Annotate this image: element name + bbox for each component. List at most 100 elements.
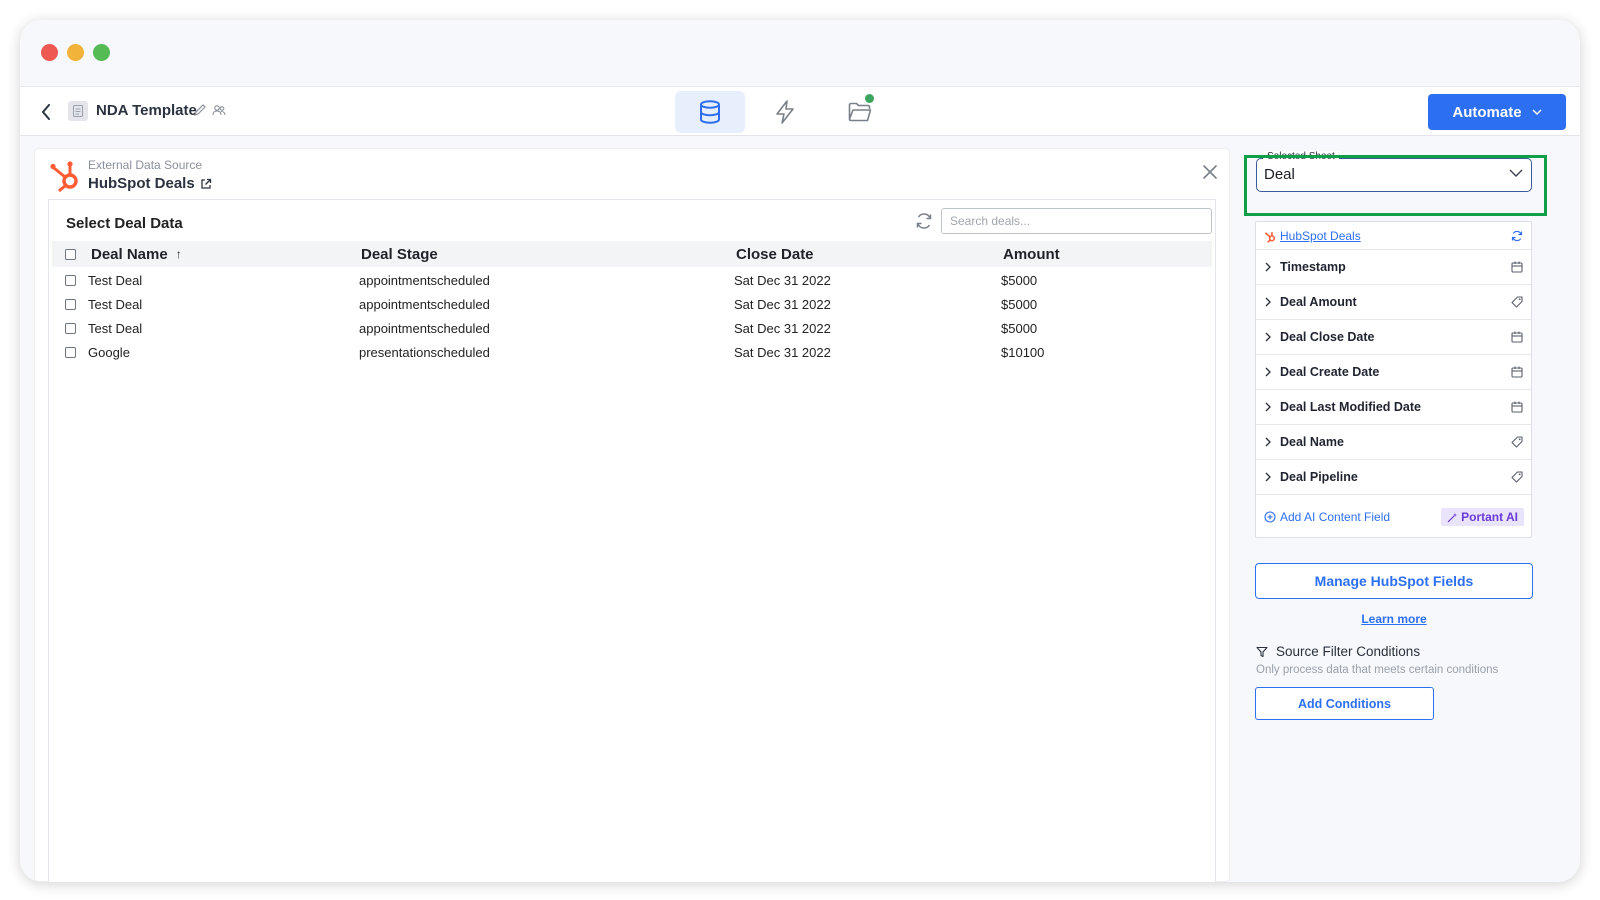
selected-sheet-dropdown[interactable]: Selected Sheet Deal <box>1256 151 1532 192</box>
source-filter-title-text: Source Filter Conditions <box>1276 644 1421 659</box>
chevron-down-icon <box>1509 169 1523 177</box>
field-name: Deal Pipeline <box>1280 470 1358 484</box>
fields-list-footer: Add AI Content Field Portant AI <box>1256 492 1531 537</box>
row-checkbox[interactable] <box>65 298 76 310</box>
automate-button[interactable]: Automate <box>1428 94 1566 130</box>
calendar-icon <box>1511 331 1523 343</box>
sync-icon[interactable] <box>1511 230 1523 242</box>
cell-deal-name: Test Deal <box>88 272 143 288</box>
tag-icon <box>1511 471 1523 483</box>
table-row[interactable]: Test Deal appointmentscheduled Sat Dec 3… <box>52 268 1212 292</box>
selected-sheet-value: Deal <box>1264 166 1295 183</box>
learn-more-link[interactable]: Learn more <box>1242 612 1546 626</box>
selected-sheet-label: Selected Sheet <box>1263 151 1339 162</box>
field-name: Timestamp <box>1280 260 1346 274</box>
chevron-right-icon <box>1265 297 1271 307</box>
search-deals-input[interactable] <box>941 208 1212 234</box>
cell-close-date: Sat Dec 31 2022 <box>734 296 831 312</box>
table-header: Deal Name ↑ Deal Stage Close Date Amount <box>52 241 1212 267</box>
add-ai-content-field-label: Add AI Content Field <box>1280 510 1391 524</box>
field-row-deal-name[interactable]: Deal Name <box>1256 425 1531 460</box>
plus-circle-icon <box>1264 511 1276 523</box>
sort-ascending-icon: ↑ <box>175 247 182 261</box>
notification-dot <box>865 94 874 103</box>
tab-folder[interactable] <box>825 91 895 133</box>
title-bar <box>20 20 1580 86</box>
deal-table-card: Select Deal Data Deal Name ↑ Deal Stage … <box>48 199 1216 882</box>
column-header-amount[interactable]: Amount <box>1003 241 1060 267</box>
magic-wand-icon <box>1447 512 1458 522</box>
field-name: Deal Name <box>1280 435 1344 449</box>
field-row-deal-close-date[interactable]: Deal Close Date <box>1256 320 1531 355</box>
close-icon[interactable] <box>1203 165 1217 179</box>
column-header-close-date[interactable]: Close Date <box>736 241 814 267</box>
column-header-label: Deal Name <box>91 245 168 263</box>
add-conditions-button[interactable]: Add Conditions <box>1255 687 1434 720</box>
maximize-window-button[interactable] <box>93 44 110 61</box>
cell-close-date: Sat Dec 31 2022 <box>734 272 831 288</box>
select-all-checkbox[interactable] <box>65 248 76 260</box>
table-row[interactable]: Google presentationscheduled Sat Dec 31 … <box>52 340 1212 364</box>
row-checkbox[interactable] <box>65 346 76 358</box>
source-name[interactable]: HubSpot Deals <box>88 175 212 192</box>
cell-deal-stage: presentationscheduled <box>359 344 490 360</box>
tag-icon <box>1511 296 1523 308</box>
close-window-button[interactable] <box>41 44 58 61</box>
hubspot-logo-icon <box>50 161 78 193</box>
field-row-timestamp[interactable]: Timestamp <box>1256 250 1531 285</box>
tab-automation[interactable] <box>750 91 820 133</box>
tab-data-source[interactable] <box>675 91 745 133</box>
minimize-window-button[interactable] <box>67 44 84 61</box>
field-row-deal-pipeline[interactable]: Deal Pipeline <box>1256 460 1531 495</box>
document-icon <box>68 101 88 121</box>
cell-deal-stage: appointmentscheduled <box>359 272 490 288</box>
cell-deal-name: Google <box>88 344 130 360</box>
field-row-deal-last-modified-date[interactable]: Deal Last Modified Date <box>1256 390 1531 425</box>
pencil-icon[interactable] <box>193 103 207 117</box>
table-row[interactable]: Test Deal appointmentscheduled Sat Dec 3… <box>52 316 1212 340</box>
fields-list-header: HubSpot Deals <box>1256 222 1531 250</box>
back-button[interactable] <box>36 100 56 124</box>
external-link-icon <box>201 178 211 189</box>
field-name: Deal Amount <box>1280 295 1357 309</box>
field-name: Deal Close Date <box>1280 330 1375 344</box>
chevron-right-icon <box>1265 437 1271 447</box>
table-row[interactable]: Test Deal appointmentscheduled Sat Dec 3… <box>52 292 1212 316</box>
refresh-icon[interactable] <box>915 212 933 230</box>
column-header-deal-stage[interactable]: Deal Stage <box>361 241 438 267</box>
users-icon[interactable] <box>212 103 226 117</box>
top-toolbar: NDA Template Automate <box>20 86 1580 136</box>
app-window: NDA Template Automate External Data Sour… <box>20 20 1580 882</box>
calendar-icon <box>1511 366 1523 378</box>
cell-close-date: Sat Dec 31 2022 <box>734 320 831 336</box>
hubspot-logo-icon <box>1264 232 1276 243</box>
filter-icon <box>1256 646 1268 657</box>
hubspot-deals-link[interactable]: HubSpot Deals <box>1280 229 1361 243</box>
cell-deal-name: Test Deal <box>88 296 143 312</box>
table-title: Select Deal Data <box>66 215 183 232</box>
source-name-text: HubSpot Deals <box>88 175 195 192</box>
portant-ai-label: Portant AI <box>1461 510 1518 524</box>
fields-list-card: HubSpot Deals Timestamp Deal Amount Deal… <box>1255 221 1532 538</box>
source-filter-description: Only process data that meets certain con… <box>1256 664 1499 676</box>
source-label: External Data Source <box>88 158 203 172</box>
manage-hubspot-fields-button[interactable]: Manage HubSpot Fields <box>1255 563 1533 599</box>
add-ai-content-field-button[interactable]: Add AI Content Field <box>1264 510 1390 524</box>
cell-deal-stage: appointmentscheduled <box>359 320 490 336</box>
chevron-right-icon <box>1265 472 1271 482</box>
data-source-panel: External Data Source HubSpot Deals Selec… <box>34 148 1230 882</box>
row-checkbox[interactable] <box>65 274 76 286</box>
chevron-down-icon <box>1532 109 1542 115</box>
chevron-left-icon <box>42 104 50 120</box>
field-row-deal-amount[interactable]: Deal Amount <box>1256 285 1531 320</box>
cell-amount: $5000 <box>1001 296 1038 312</box>
row-checkbox[interactable] <box>65 322 76 334</box>
field-name: Deal Create Date <box>1280 365 1380 379</box>
column-header-deal-name[interactable]: Deal Name ↑ <box>91 241 182 267</box>
cell-deal-name: Test Deal <box>88 320 143 336</box>
field-row-deal-create-date[interactable]: Deal Create Date <box>1256 355 1531 390</box>
cell-amount: $5000 <box>1001 320 1038 336</box>
portant-ai-badge[interactable]: Portant AI <box>1441 508 1524 526</box>
chevron-right-icon <box>1265 262 1271 272</box>
tag-icon <box>1511 436 1523 448</box>
